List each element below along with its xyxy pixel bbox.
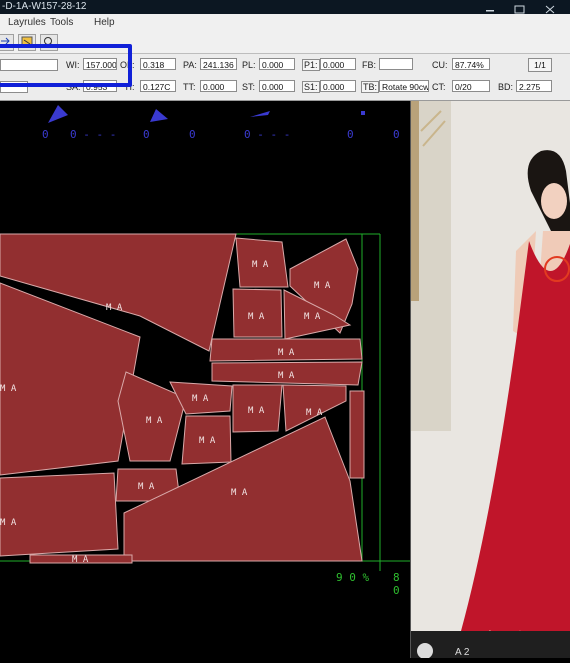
reference-photo: A 2 [410, 101, 570, 659]
marker-shape [361, 111, 365, 115]
marker-shape [250, 111, 270, 117]
utilization-label: 9 0 % [336, 571, 370, 584]
axis-number: 0 [189, 128, 196, 141]
menu-layrules[interactable]: Layrules [8, 17, 46, 28]
marker-shape [48, 105, 68, 123]
piece-label: M A [231, 488, 248, 498]
piece-label: M A [248, 406, 265, 416]
ti-field[interactable]: 0.127C [140, 80, 176, 92]
highlight-box [0, 44, 132, 87]
piece-label: M A [304, 312, 321, 322]
pl-label: PL: [242, 60, 256, 70]
p1-field[interactable]: 0.000 [320, 58, 356, 70]
bd-field[interactable]: 2.275 [516, 80, 552, 92]
utilization-label-2: 8 0 [393, 571, 400, 597]
marker-shape [150, 109, 168, 122]
piece-label: M A [306, 408, 323, 418]
piece-label: M A [146, 416, 163, 426]
st-field[interactable]: 0.000 [259, 80, 295, 92]
axis-number: 0 [143, 128, 150, 141]
maximize-button[interactable] [506, 2, 534, 14]
piece-label: M A [72, 555, 89, 565]
axis-number: 0 [42, 128, 49, 141]
piece-label: M A [106, 303, 123, 313]
cu-label: CU: [432, 60, 448, 70]
piece-label: M A [192, 394, 209, 404]
tt-field[interactable]: 0.000 [200, 80, 237, 92]
ol-field[interactable]: 0.318 [140, 58, 176, 70]
p1-label[interactable]: P1: [302, 59, 320, 71]
tt-label: TT: [183, 82, 196, 92]
st-label: ST: [242, 82, 256, 92]
ct-label: CT: [432, 82, 446, 92]
dress-photo-image [411, 101, 570, 659]
marker-canvas[interactable]: 0 0 - - - 0 0 0 - - - 0 0 M A M A M A M … [0, 101, 410, 658]
piece-label: M A [248, 312, 265, 322]
piece-label: M A [199, 436, 216, 446]
axis-number: 0 - - - [244, 128, 291, 141]
fb-field[interactable] [379, 58, 413, 70]
ratio-button[interactable]: 1/1 [528, 58, 552, 72]
piece-label: M A [314, 281, 331, 291]
piece-label: M A [0, 384, 17, 394]
minimize-button[interactable] [476, 2, 504, 13]
ct-field[interactable]: 0/20 [452, 80, 490, 92]
axis-number: 0 [393, 128, 400, 141]
bd-label: BD: [498, 82, 514, 92]
close-button[interactable] [536, 2, 564, 14]
fb-label: FB: [362, 60, 377, 70]
title-bar: -D-1A-W157-28-12 [0, 0, 570, 14]
tb-label[interactable]: TB: [361, 81, 380, 93]
piece-label: M A [252, 260, 269, 270]
piece-label: M A [278, 348, 295, 358]
photo-caption: A 2 [455, 647, 470, 658]
pattern-piece [349, 390, 365, 479]
piece-label: M A [138, 482, 155, 492]
pa-label: PA: [183, 60, 197, 70]
s1-field[interactable]: 0.000 [320, 80, 356, 92]
cu-field[interactable]: 87.74% [452, 58, 490, 70]
pattern-piece [0, 472, 119, 557]
menu-help[interactable]: Help [94, 17, 115, 28]
axis-number: 0 [347, 128, 354, 141]
pa-field[interactable]: 241.136 [200, 58, 237, 70]
menu-tools[interactable]: Tools [50, 17, 73, 28]
piece-label: M A [0, 518, 17, 528]
pl-field[interactable]: 0.000 [259, 58, 295, 70]
menu-bar: Layrules Tools Help [0, 14, 570, 31]
s1-label[interactable]: S1: [302, 81, 320, 93]
window-title: -D-1A-W157-28-12 [2, 1, 87, 12]
tb-field[interactable]: Rotate 90cw [379, 80, 429, 92]
piece-label: M A [278, 371, 295, 381]
axis-number: 0 - - - [70, 128, 117, 141]
